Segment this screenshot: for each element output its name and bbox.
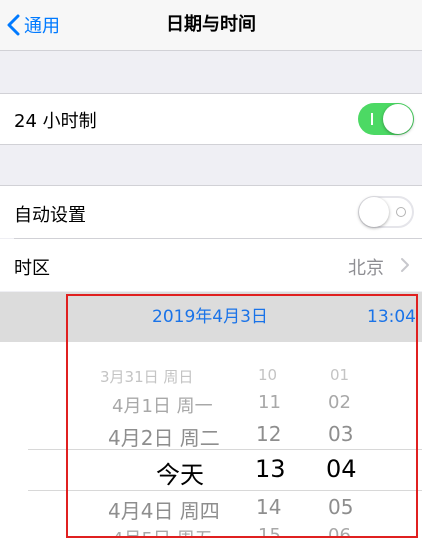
current-time: 13:04 [367,307,416,327]
hour24-row: 24 小时制 [0,94,422,144]
picker-hour: 11 [258,392,281,413]
picker-hour: 12 [256,422,282,446]
picker-hour: 15 [258,525,281,538]
picker-minute: 05 [328,495,354,519]
date-time-picker[interactable]: 3月31日 周日 10 01 4月1日 周一 11 02 4月2日 周二 12 … [0,342,422,538]
picker-selection-line [28,490,422,491]
toggle-knob [383,104,413,134]
toggle-on-mark-icon [371,113,373,125]
auto-set-label: 自动设置 [14,205,86,226]
picker-hour: 14 [256,495,282,519]
date-time-bar[interactable]: 2019年4月3日 13:04 [0,292,422,342]
picker-date: 3月31日 周日 [100,368,194,386]
picker-row[interactable]: 4月2日 周二 12 03 [0,422,422,450]
picker-hour: 13 [255,455,286,483]
toggle-knob [359,197,389,227]
divider [0,144,422,145]
timezone-label: 时区 [14,258,50,279]
picker-selection-line [28,449,422,450]
picker-minute: 02 [328,392,351,413]
hour24-label: 24 小时制 [14,111,97,132]
auto-set-toggle[interactable] [358,196,414,228]
picker-row[interactable]: 4月5日 周五 15 06 [0,525,422,538]
picker-minute: 03 [328,422,354,446]
auto-set-row: 自动设置 [0,186,422,238]
picker-row[interactable]: 4月1日 周一 11 02 [0,392,422,417]
timezone-value: 北京 [348,258,384,279]
picker-hour: 10 [258,366,278,384]
picker-date: 4月1日 周一 [112,396,213,417]
picker-date: 今天 [156,461,204,489]
hour24-toggle[interactable] [358,103,414,135]
navigation-bar: 通用 日期与时间 [0,0,422,51]
picker-date: 4月2日 周二 [108,426,220,450]
picker-minute: 01 [330,366,350,384]
chevron-right-icon [401,258,409,272]
page-title: 日期与时间 [166,14,256,35]
picker-date: 4月5日 周五 [112,525,213,538]
picker-row[interactable]: 3月31日 周日 10 01 [0,366,422,386]
picker-minute: 06 [328,525,351,538]
timezone-row[interactable]: 时区 北京 [0,239,422,291]
picker-row[interactable]: 4月4日 周四 14 05 [0,495,422,523]
current-date: 2019年4月3日 [152,307,268,327]
toggle-off-mark-icon [396,207,406,217]
picker-date: 4月4日 周四 [108,499,220,523]
picker-row-selected[interactable]: 今天 13 04 [0,455,422,489]
picker-minute: 04 [326,455,357,483]
